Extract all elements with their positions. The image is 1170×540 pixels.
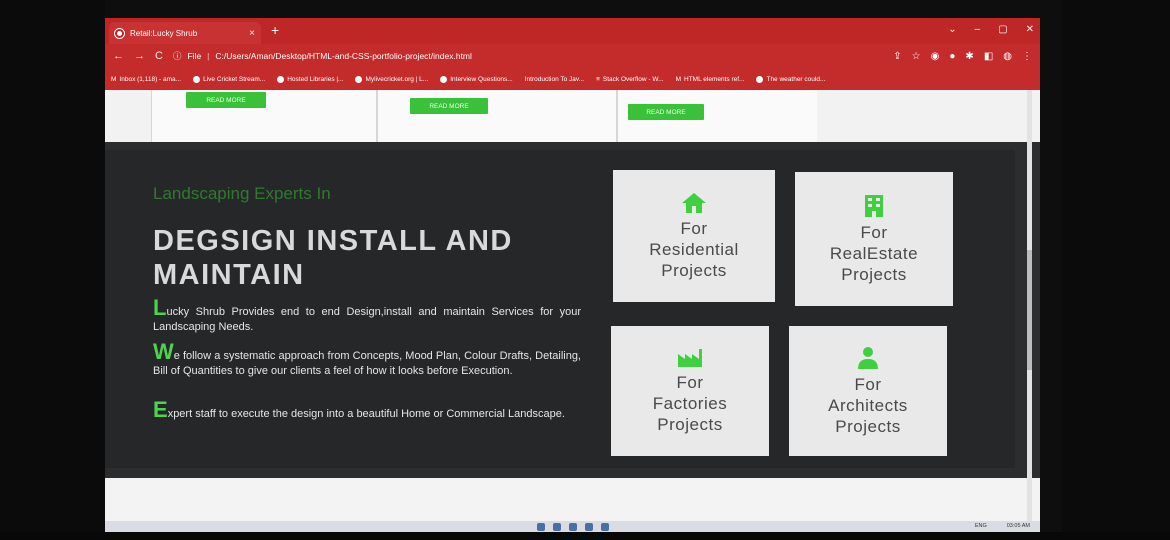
vscode-icon[interactable] (600, 522, 609, 531)
browser-tab[interactable]: Retail:Lucky Shrub × (109, 22, 261, 44)
product-card: READ MORE (617, 90, 817, 144)
puzzle-icon[interactable]: ✱ (965, 51, 973, 62)
maximize-button[interactable]: ▢ (998, 24, 1007, 35)
chrome-icon[interactable] (584, 522, 593, 531)
sidebar-icon[interactable]: ◧ (984, 51, 993, 62)
bookmark-item[interactable]: Introduction To Jav... (525, 76, 584, 83)
back-button[interactable]: ← (113, 50, 124, 62)
product-card: READ MORE (151, 90, 377, 144)
forward-button[interactable]: → (134, 50, 145, 62)
screen: Retail:Lucky Shrub × + ⌄ – ▢ ✕ ← → C ⓘ F… (105, 18, 1040, 532)
stackoverflow-icon: ≡ (596, 75, 600, 83)
monitor-bezel-left (0, 0, 105, 540)
web-page: READ MORE READ MORE READ MORE Landscapin… (105, 90, 1040, 532)
bookmark-item[interactable]: The weather could... (756, 75, 825, 83)
taskbar (105, 521, 1040, 532)
url-separator: | (207, 51, 210, 61)
gmail-icon: M (111, 75, 117, 83)
window-controls: ⌄ – ▢ ✕ (948, 24, 1034, 35)
bookmark-item[interactable]: Live Cricket Stream... (193, 75, 265, 83)
extension-icon[interactable]: ◉ (931, 51, 940, 62)
read-more-button[interactable]: READ MORE (410, 98, 488, 114)
reload-button[interactable]: C (155, 50, 163, 62)
share-icon[interactable]: ⇪ (893, 51, 901, 62)
start-icon[interactable] (536, 522, 545, 531)
service-card-realestate[interactable]: For RealEstate Projects (795, 172, 953, 306)
scrollbar-thumb[interactable] (1027, 250, 1032, 370)
product-cards-row: READ MORE READ MORE READ MORE (105, 90, 1040, 144)
address-bar-row: ← → C ⓘ File | C:/Users/Aman/Desktop/HTM… (105, 44, 1040, 68)
read-more-button[interactable]: READ MORE (628, 104, 704, 120)
tab-strip: Retail:Lucky Shrub × + ⌄ – ▢ ✕ (105, 18, 1040, 44)
bookmark-favicon-icon (193, 75, 201, 83)
profile-icon[interactable]: ◍ (1003, 51, 1012, 62)
info-icon: ⓘ (172, 51, 182, 61)
services-panel: Landscaping Experts In DEGSIGN INSTALL A… (105, 150, 1015, 468)
bookmark-item[interactable]: M HTML elements ref... (676, 76, 745, 83)
factory-icon (678, 348, 702, 367)
url-scheme-label: File (187, 51, 202, 61)
bookmark-favicon-icon (355, 75, 363, 83)
extension-icon[interactable]: ● (949, 51, 955, 62)
clock[interactable]: 03:05 AM (1007, 523, 1030, 529)
building-icon (865, 194, 883, 217)
file-explorer-icon[interactable] (568, 522, 577, 531)
tab-close-icon[interactable]: × (249, 28, 255, 39)
read-more-button[interactable]: READ MORE (186, 92, 266, 108)
bookmarks-bar: M Inbox (1,118) - ama... Live Cricket Str… (105, 68, 1040, 90)
bookmark-favicon-icon (440, 75, 448, 83)
search-icon[interactable] (552, 522, 561, 531)
person-icon (858, 346, 878, 369)
bookmark-item[interactable]: M Inbox (1,118) - ama... (111, 76, 181, 83)
intro-paragraph: Lucky Shrub Provides end to end Design,i… (153, 295, 581, 334)
menu-icon[interactable]: ⋮ (1022, 51, 1032, 62)
product-card: READ MORE (377, 90, 617, 144)
tab-search-icon[interactable]: ⌄ (948, 24, 956, 35)
services-section: Landscaping Experts In DEGSIGN INSTALL A… (105, 142, 1040, 478)
monitor-bezel-bottom (0, 532, 1170, 540)
bookmark-item[interactable]: ≡ Stack Overflow - W... (596, 76, 663, 83)
bookmark-favicon-icon (756, 75, 764, 83)
bookmark-favicon-icon (277, 75, 285, 83)
drop-cap: W (153, 339, 174, 364)
page-scrollbar[interactable] (1027, 90, 1032, 532)
staff-paragraph: Expert staff to execute the design into … (153, 397, 565, 422)
approach-paragraph: We follow a systematic approach from Con… (153, 339, 581, 378)
bookmark-item[interactable]: Mylivecricket.org | L... (355, 75, 428, 83)
drop-cap: L (153, 295, 167, 320)
bookmark-item[interactable]: Hosted Libraries |... (277, 75, 343, 83)
mdn-icon: M (675, 75, 682, 83)
section-headline: DEGSIGN INSTALL AND MAINTAIN (153, 225, 513, 291)
close-window-button[interactable]: ✕ (1026, 24, 1034, 35)
language-indicator[interactable]: ENG (975, 523, 987, 529)
service-card-factories[interactable]: For Factories Projects (611, 326, 769, 456)
new-tab-button[interactable]: + (271, 23, 279, 37)
section-eyebrow: Landscaping Experts In (153, 184, 331, 203)
url-path: C:/Users/Aman/Desktop/HTML-and-CSS-portf… (215, 51, 472, 61)
minimize-button[interactable]: – (975, 24, 981, 35)
toolbar-icons: ⇪ ☆ ◉ ● ✱ ◧ ◍ ⋮ (893, 51, 1032, 62)
tab-title: Retail:Lucky Shrub (130, 28, 198, 38)
drop-cap: E (153, 397, 168, 422)
bookmark-item[interactable]: Interview Questions... (440, 75, 513, 83)
home-icon (682, 192, 706, 213)
service-card-residential[interactable]: For Residential Projects (613, 170, 775, 302)
tab-favicon-icon (114, 27, 125, 39)
monitor-bezel-right (1062, 0, 1170, 540)
service-card-architects[interactable]: For Architects Projects (789, 326, 947, 456)
system-tray: ENG 03:05 AM (975, 523, 1030, 529)
bookmark-star-icon[interactable]: ☆ (912, 51, 921, 62)
url-field[interactable]: ⓘ File | C:/Users/Aman/Desktop/HTML-and-… (173, 50, 472, 62)
